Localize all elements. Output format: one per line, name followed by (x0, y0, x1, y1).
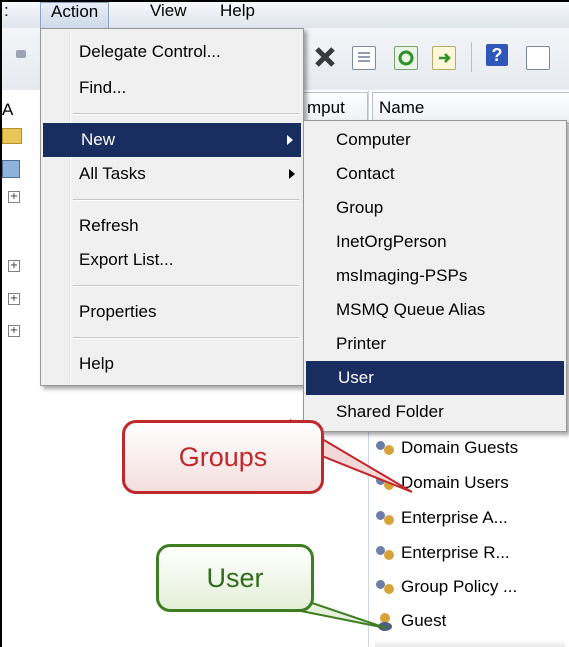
user-callout: User (156, 544, 314, 612)
user-callout-text: User (206, 563, 264, 593)
groups-callout-text: Groups (178, 442, 268, 472)
groups-callout: Groups (122, 420, 324, 494)
